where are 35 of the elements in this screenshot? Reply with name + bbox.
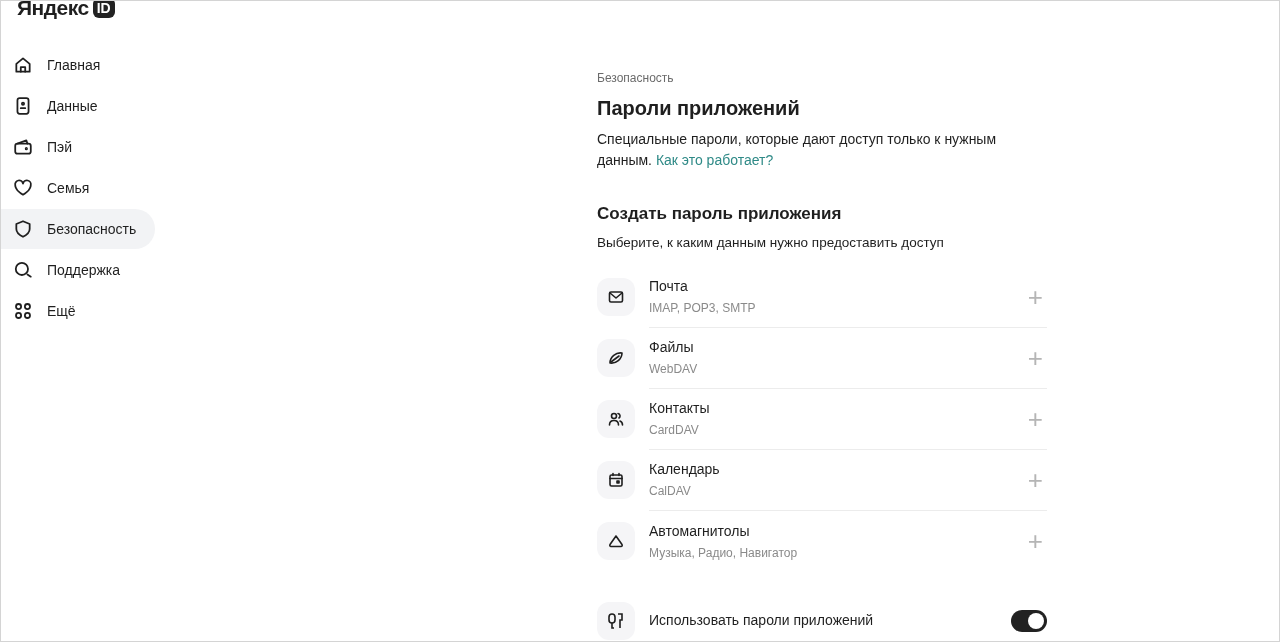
toggle-switch[interactable] (1011, 609, 1047, 632)
wallet-icon (13, 137, 33, 157)
logo-badge: ID (92, 1, 115, 18)
service-name: Автомагнитолы (649, 521, 751, 541)
sidebar-item[interactable]: Пэй (1, 127, 155, 167)
breadcrumb[interactable]: Безопасность (597, 69, 1047, 87)
service-name: Файлы (649, 338, 695, 358)
sidebar-item[interactable]: Безопасность (1, 209, 155, 249)
shield-icon (13, 219, 33, 239)
sidebar-item[interactable]: Ещё (1, 291, 155, 331)
key-icon (607, 611, 625, 630)
section-title: Создать пароль приложения (597, 203, 843, 225)
help-link[interactable]: Как это работает? (655, 152, 774, 168)
logo-text: Яндекс (17, 1, 89, 22)
page-description: Специальные пароли, которые дают доступ только к нужным данным. Как это работает? (597, 130, 998, 170)
sidebar-item[interactable]: Семья (1, 168, 155, 208)
page-title: Пароли приложений (597, 96, 801, 121)
service-protocols: CardDAV (649, 422, 700, 440)
service-name: Календарь (649, 460, 721, 480)
service-protocols: CalDAV (649, 483, 692, 501)
home-icon (13, 55, 33, 75)
sidebar-item[interactable]: Главная (1, 45, 155, 85)
service-protocols: Музыка, Радио, Навигатор (649, 544, 799, 562)
section-subtitle: Выберите, к каким данным нужно предоставить доступ (597, 233, 945, 252)
people-icon (607, 410, 625, 429)
sidebar-item[interactable]: Поддержка (1, 250, 155, 290)
sidebar-item[interactable]: Данные (1, 86, 155, 126)
heart-icon (13, 178, 33, 198)
grid-icon (13, 301, 33, 321)
setting-label: Использовать пароли приложений (649, 611, 875, 631)
service-protocols: WebDAV (649, 361, 699, 379)
service-name: Почта (649, 277, 689, 297)
calendar-icon (607, 471, 625, 490)
service-name: Контакты (649, 399, 711, 419)
service-protocols: IMAP, POP3, SMTP (649, 300, 757, 318)
